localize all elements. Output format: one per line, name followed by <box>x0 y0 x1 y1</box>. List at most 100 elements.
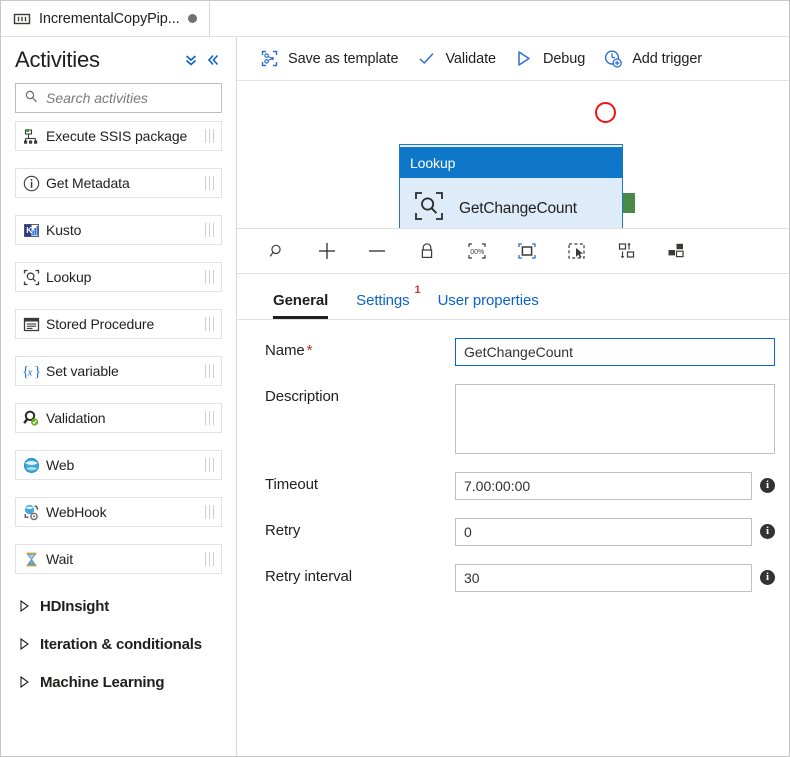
activity-item-web[interactable]: Web <box>15 450 222 480</box>
drag-handle[interactable] <box>197 263 221 291</box>
toolbar-button-label: Add trigger <box>632 50 703 67</box>
set-variable-icon: { x } <box>16 357 46 385</box>
activity-item-lookup[interactable]: Lookup <box>15 262 222 292</box>
node-type-label: Lookup <box>410 155 456 171</box>
toolbar-button-label: Debug <box>542 50 586 67</box>
fit-to-screen-icon[interactable] <box>515 239 539 263</box>
webhook-icon <box>16 498 46 526</box>
drag-handle[interactable] <box>197 451 221 479</box>
retry-interval-control: i <box>455 563 775 592</box>
activity-item-get-metadata[interactable]: Get Metadata <box>15 168 222 198</box>
group-label: HDInsight <box>40 597 110 615</box>
activity-item-webhook[interactable]: WebHook <box>15 497 222 527</box>
ssis-package-icon <box>16 122 46 150</box>
activity-property-tabs: General Settings 1 User properties <box>237 273 789 320</box>
search-icon <box>24 89 38 108</box>
align-vertical-icon[interactable] <box>615 239 639 263</box>
required-asterisk: * <box>306 341 313 359</box>
activities-sidebar: Activities Search activities Execute SSI… <box>1 37 237 756</box>
activity-item-execute-ssis-package[interactable]: Execute SSIS package <box>15 121 222 151</box>
pipeline-icon <box>13 12 31 26</box>
activity-label: Execute SSIS package <box>46 128 188 144</box>
tab-label: General <box>273 291 329 309</box>
validation-icon <box>16 404 46 432</box>
minus-icon[interactable] <box>365 239 389 263</box>
search-input[interactable] <box>44 89 213 107</box>
svg-text:x: x <box>26 366 32 378</box>
drag-handle[interactable] <box>197 122 221 150</box>
activity-label: Get Metadata <box>46 175 130 191</box>
name-label: Name * <box>265 338 455 359</box>
retry-interval-input[interactable] <box>455 563 752 592</box>
activities-header: Activities <box>1 37 236 79</box>
info-icon[interactable]: i <box>760 477 775 493</box>
field-name: Name * <box>237 337 789 366</box>
activity-item-validation[interactable]: Validation <box>15 403 222 433</box>
drag-handle[interactable] <box>197 357 221 385</box>
tab-user-properties[interactable]: User properties <box>424 292 553 319</box>
timeout-input[interactable] <box>455 471 752 500</box>
debug-button[interactable]: Debug <box>508 43 597 75</box>
activity-item-kusto[interactable]: K Kusto <box>15 215 222 245</box>
magnifier-icon[interactable] <box>265 239 289 263</box>
toolbar-button-label: Save as template <box>288 50 399 67</box>
canvas-zoom-toolbar: 00% <box>237 227 789 274</box>
lock-icon[interactable] <box>415 239 439 263</box>
pipeline-toolbar: Save as template Validate Debug Add trig… <box>237 37 789 81</box>
green-success-connector[interactable] <box>623 193 635 213</box>
zoom-100-icon[interactable]: 00% <box>465 239 489 263</box>
activity-group-machine-learning[interactable]: Machine Learning <box>15 667 222 697</box>
activity-label: Validation <box>46 410 106 426</box>
timeout-control: i <box>455 471 775 500</box>
drag-handle[interactable] <box>197 216 221 244</box>
activity-item-wait[interactable]: Wait <box>15 544 222 574</box>
activity-label: Stored Procedure <box>46 316 155 332</box>
info-icon[interactable]: i <box>760 523 775 539</box>
drag-handle[interactable] <box>197 404 221 432</box>
retry-input[interactable] <box>455 517 752 546</box>
double-chevron-down-icon[interactable] <box>180 49 202 71</box>
activity-item-stored-procedure[interactable]: Stored Procedure <box>15 309 222 339</box>
editor-body: Activities Search activities Execute SSI… <box>1 37 789 756</box>
field-description: Description <box>237 383 789 454</box>
search-box[interactable] <box>15 83 222 113</box>
description-textarea[interactable] <box>455 383 775 454</box>
drag-handle[interactable] <box>197 545 221 573</box>
group-label: Machine Learning <box>40 673 165 691</box>
activity-node-getchangecount[interactable]: Lookup GetChangeCount <box>399 144 623 228</box>
activity-group-iteration-conditionals[interactable]: Iteration & conditionals <box>15 629 222 659</box>
adf-pipeline-editor: IncrementalCopyPip... Activities Search … <box>0 0 790 757</box>
add-trigger-button[interactable]: Add trigger <box>597 43 714 75</box>
pipeline-canvas[interactable]: Lookup GetChangeCount <box>237 81 789 228</box>
description-label: Description <box>265 387 339 405</box>
save-as-template-button[interactable]: Save as template <box>253 43 410 75</box>
drag-handle[interactable] <box>197 310 221 338</box>
tab-label: Settings <box>356 291 410 309</box>
web-globe-icon <box>16 451 46 479</box>
field-timeout: Timeout i <box>237 471 789 500</box>
pipeline-tab-title: IncrementalCopyPip... <box>39 10 180 27</box>
drag-handle[interactable] <box>197 169 221 197</box>
name-input[interactable] <box>455 337 775 366</box>
node-header: Lookup <box>400 148 622 178</box>
tab-general[interactable]: General <box>259 292 342 319</box>
chevron-right-icon <box>19 676 30 688</box>
tab-settings[interactable]: Settings 1 <box>342 284 423 319</box>
validate-button[interactable]: Validate <box>410 43 508 75</box>
plus-icon[interactable] <box>315 239 339 263</box>
marquee-select-icon[interactable] <box>565 239 589 263</box>
node-body: GetChangeCount <box>400 178 622 228</box>
svg-text:}: } <box>34 364 41 380</box>
double-chevron-left-icon[interactable] <box>202 49 224 71</box>
align-horizontal-icon[interactable] <box>665 239 689 263</box>
field-retry: Retry i <box>237 517 789 546</box>
activity-group-hdinsight[interactable]: HDInsight <box>15 591 222 621</box>
pipeline-tab[interactable]: IncrementalCopyPip... <box>1 1 210 36</box>
retry-control: i <box>455 517 775 546</box>
pipeline-tabstrip: IncrementalCopyPip... <box>1 1 789 37</box>
red-circle-annotation <box>595 102 616 123</box>
drag-handle[interactable] <box>197 498 221 526</box>
activity-item-set-variable[interactable]: { x } Set variable <box>15 356 222 386</box>
lookup-icon <box>16 263 46 291</box>
info-icon[interactable]: i <box>760 569 775 585</box>
